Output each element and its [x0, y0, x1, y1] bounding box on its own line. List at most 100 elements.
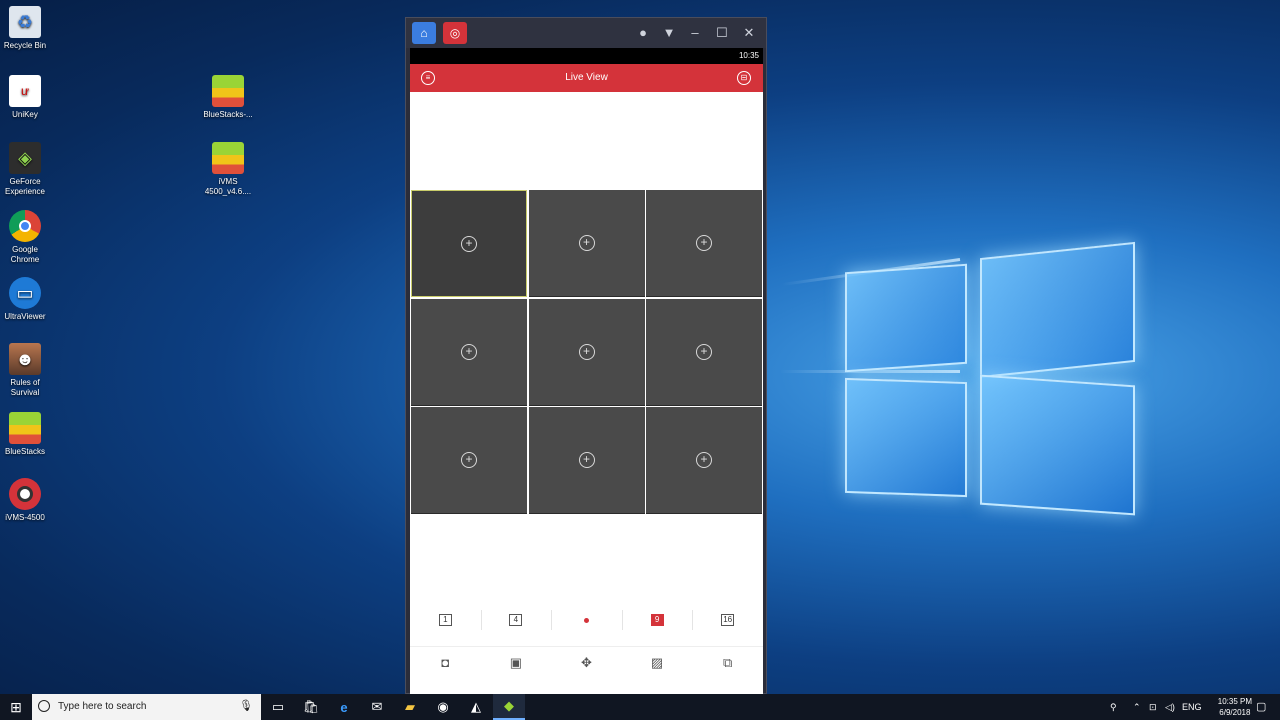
emulator-title-bar: ⌂ ◎ ● ▼ – ☐ ✕ [406, 18, 766, 48]
desktop-icon-label: Recycle Bin [3, 41, 47, 50]
minimize-icon[interactable]: – [686, 24, 704, 42]
camera-slot[interactable]: + [528, 298, 645, 406]
desktop-icon-chrome[interactable]: Google Chrome [0, 210, 53, 265]
camera-slot[interactable]: + [646, 298, 762, 406]
show-hidden-icons[interactable]: ⌃ [1133, 694, 1141, 720]
search-icon [38, 700, 50, 712]
account-icon[interactable]: ● [634, 24, 652, 42]
bluestacks-icon [9, 412, 41, 444]
mail-icon[interactable]: ✉ [361, 694, 393, 720]
split-mode-bar: 1 4 9 16 [410, 604, 763, 636]
page-dot [583, 617, 589, 623]
desktop-icon-unikey[interactable]: ư UniKey [0, 75, 53, 120]
add-camera-icon[interactable]: + [578, 235, 595, 251]
volume-icon[interactable]: ◁) [1165, 694, 1175, 720]
desktop-icon-label: Google Chrome [10, 245, 40, 264]
record-icon[interactable]: ▣ [481, 647, 552, 678]
live-view-grid: + + + + + + + + + [411, 190, 762, 514]
desktop-icon-geforce[interactable]: ◈ GeForce Experience [0, 142, 53, 197]
desktop-icon-ivms-apk[interactable]: iVMS 4500_v4.6.... [200, 142, 256, 197]
camera-slot[interactable]: + [411, 407, 527, 514]
android-screen: 10:35 ≡ Live View ⊟ + + + + + + + + + 1 … [410, 48, 763, 695]
windows-logo-wallpaper [780, 230, 1140, 525]
clock-date: 6/9/2018 [1219, 708, 1251, 717]
desktop-icon-ivms[interactable]: iVMS-4500 [0, 478, 53, 523]
chrome-taskbar-icon[interactable]: ◉ [427, 694, 459, 720]
add-camera-icon[interactable]: + [461, 343, 477, 360]
windows-start-icon[interactable]: ⊞ [0, 694, 32, 720]
ptz-icon[interactable]: ✥ [551, 647, 622, 678]
taskbar: ⊞ Type here to search 🎙 ▭ 🛍 e ✉ ▰ ◉ ◭ ◆ … [0, 694, 1280, 720]
camera-slot[interactable]: + [528, 407, 645, 514]
quality-icon[interactable]: ▨ [622, 647, 693, 678]
app-taskbar-icon[interactable]: ◭ [460, 694, 492, 720]
device-list-icon[interactable]: ⊟ [737, 71, 751, 85]
status-time: 10:35 [738, 51, 759, 60]
desktop-icon-bluestacks-installer[interactable]: BlueStacks-... [200, 75, 256, 120]
split-4-button[interactable]: 4 [480, 604, 552, 636]
desktop-icon-label: GeForce Experience [4, 177, 46, 196]
bluestacks-installer-icon [212, 75, 244, 107]
add-camera-icon[interactable]: + [578, 343, 595, 360]
network-icon[interactable]: ⊡ [1149, 694, 1157, 720]
search-placeholder: Type here to search [58, 701, 147, 712]
page-indicator [551, 604, 622, 636]
add-camera-icon[interactable]: + [578, 452, 595, 468]
notifications-icon[interactable]: ▢ [1256, 694, 1266, 720]
task-view-icon[interactable]: ▭ [262, 694, 294, 720]
maximize-icon[interactable]: ☐ [713, 24, 731, 42]
ivms-icon [9, 478, 41, 510]
unikey-icon: ư [9, 75, 41, 107]
desktop-icon-label: Rules of Survival [10, 378, 40, 397]
ultraviewer-icon: ▭ [9, 277, 41, 309]
add-camera-icon[interactable]: + [461, 235, 477, 252]
language-indicator[interactable]: ENG [1182, 694, 1202, 720]
store-icon[interactable]: 🛍 [295, 694, 327, 720]
stop-all-icon[interactable]: ⧉ [692, 647, 763, 678]
desktop-icon-bluestacks[interactable]: BlueStacks [0, 412, 53, 457]
camera-slot[interactable]: + [646, 407, 762, 514]
clock-time: 10:35 PM [1217, 697, 1252, 706]
desktop-icon-rules-of-survival[interactable]: ☻ Rules of Survival [0, 343, 53, 398]
bluestacks-taskbar-icon[interactable]: ◆ [493, 694, 525, 720]
desktop-icon-label: UltraViewer [4, 312, 46, 321]
capture-icon[interactable]: ◘ [410, 647, 481, 678]
split-1-button[interactable]: 1 [410, 604, 481, 636]
bluestacks-window: ⌂ ◎ ● ▼ – ☐ ✕ 10:35 ≡ Live View ⊟ + + + … [405, 17, 767, 695]
people-icon[interactable]: ⚲ [1110, 694, 1117, 720]
dropdown-menu-icon[interactable]: ▼ [660, 24, 678, 42]
rules-of-survival-icon: ☻ [9, 343, 41, 375]
clock[interactable]: 10:35 PM 6/9/2018 [1218, 696, 1252, 718]
desktop-icon-label: iVMS-4500 [5, 513, 45, 522]
add-camera-icon[interactable]: + [696, 343, 712, 360]
live-view-toolbar: ◘ ▣ ✥ ▨ ⧉ [410, 646, 763, 678]
camera-slot[interactable]: + [411, 190, 527, 297]
home-tab-icon[interactable]: ⌂ [412, 22, 436, 44]
desktop-icon-label: BlueStacks-... [203, 110, 253, 119]
ivms-apk-icon [212, 142, 244, 174]
file-explorer-icon[interactable]: ▰ [394, 694, 426, 720]
desktop-icon-label: BlueStacks [4, 447, 46, 456]
add-camera-icon[interactable]: + [461, 452, 477, 468]
split-16-button[interactable]: 16 [692, 604, 763, 636]
app-header: ≡ Live View ⊟ [410, 64, 763, 92]
add-camera-icon[interactable]: + [696, 235, 712, 251]
ivms-tab-icon[interactable]: ◎ [443, 22, 467, 44]
recycle-bin-icon: ♻ [9, 6, 41, 38]
edge-icon[interactable]: e [328, 694, 360, 720]
add-camera-icon[interactable]: + [696, 452, 712, 468]
search-box[interactable]: Type here to search 🎙 [32, 694, 261, 720]
desktop-icon-ultraviewer[interactable]: ▭ UltraViewer [0, 277, 53, 322]
desktop-icon-label: UniKey [12, 110, 38, 119]
page-title: Live View [565, 72, 608, 83]
chrome-icon [9, 210, 41, 242]
camera-slot[interactable]: + [411, 298, 527, 406]
split-9-button[interactable]: 9 [621, 604, 693, 636]
microphone-icon[interactable]: 🎙 [239, 699, 253, 712]
camera-slot[interactable]: + [528, 190, 645, 297]
camera-slot[interactable]: + [646, 190, 762, 297]
close-icon[interactable]: ✕ [740, 24, 758, 42]
desktop-icon-label: iVMS 4500_v4.6.... [204, 177, 252, 196]
geforce-icon: ◈ [9, 142, 41, 174]
desktop-icon-recycle-bin[interactable]: ♻ Recycle Bin [0, 6, 53, 51]
